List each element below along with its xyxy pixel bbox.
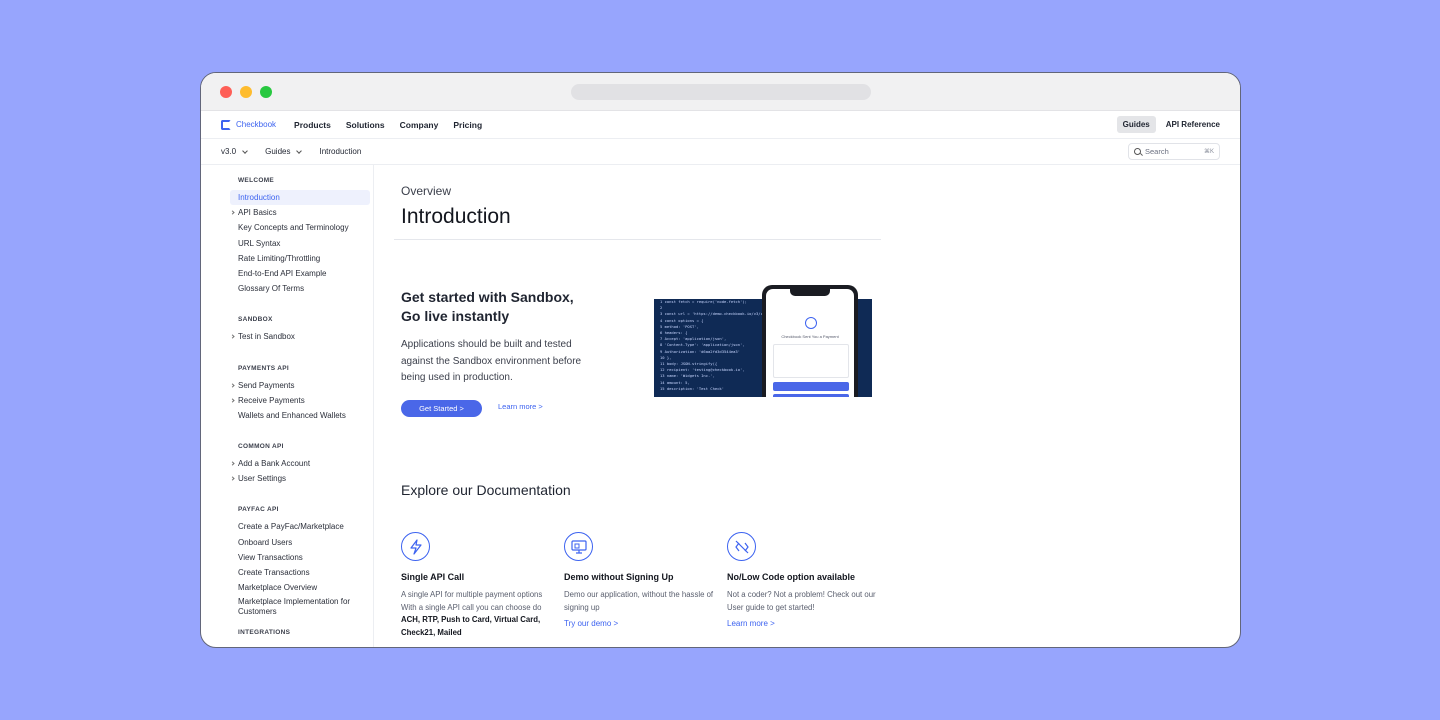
sidebar-item-receive-payments[interactable]: Receive Payments — [230, 393, 373, 408]
brand-logo[interactable]: Checkbook — [221, 119, 277, 130]
top-navigation: Checkbook Products Solutions Company Pri… — [201, 111, 1240, 139]
api-reference-tab[interactable]: API Reference — [1166, 120, 1220, 129]
monitor-icon — [564, 532, 593, 561]
chevron-right-icon — [230, 334, 235, 339]
feature-body: Demo our application, without the hassle… — [564, 590, 714, 612]
sidebar-item-test-in-sandbox[interactable]: Test in Sandbox — [230, 329, 373, 344]
sidebar-section-title: PAYMENTS API — [238, 364, 290, 372]
sidebar-item-send-payments[interactable]: Send Payments — [230, 378, 373, 393]
search-placeholder: Search — [1145, 147, 1169, 156]
section-heading: Explore our Documentation — [401, 482, 571, 498]
lightning-icon — [401, 532, 430, 561]
sidebar: WELCOME Introduction API Basics Key Conc… — [201, 165, 374, 647]
checkbook-logo-icon — [805, 317, 817, 329]
hero-heading: Get started with Sandbox, Go live instan… — [401, 289, 574, 324]
sidebar-item-end-to-end[interactable]: End-to-End API Example — [230, 266, 373, 281]
feature-card: No/Low Code option available Not a coder… — [727, 532, 877, 628]
sidebar-item-label: API Basics — [238, 208, 277, 218]
feature-title: Demo without Signing Up — [564, 572, 674, 582]
sidebar-item-marketplace-overview[interactable]: Marketplace Overview — [230, 580, 373, 595]
sidebar-item-label: Send Payments — [238, 380, 295, 390]
sidebar-item-add-bank-account[interactable]: Add a Bank Account — [230, 456, 373, 471]
page-title: Introduction — [401, 205, 511, 228]
sidebar-item-introduction[interactable]: Introduction — [230, 190, 370, 206]
sidebar-item-api-basics[interactable]: API Basics — [230, 205, 373, 220]
phone-button — [773, 382, 849, 391]
feature-title: No/Low Code option available — [727, 572, 856, 582]
chevron-right-icon — [230, 461, 235, 466]
learn-more-link[interactable]: Learn more > — [727, 619, 877, 628]
guides-tab[interactable]: Guides — [1116, 116, 1156, 133]
get-started-button[interactable]: Get Started > — [401, 400, 482, 417]
feature-body-text: A single API for multiple payment option… — [401, 590, 543, 612]
address-bar[interactable] — [571, 84, 871, 100]
sidebar-item-label: User Settings — [238, 474, 287, 484]
sidebar-section-title: INTEGRATIONS — [238, 629, 291, 637]
search-shortcut: ⌘K — [1203, 149, 1214, 155]
sidebar-item-onboard-users[interactable]: Onboard Users — [230, 535, 373, 550]
sidebar-item-label: Add a Bank Account — [238, 459, 311, 469]
divider — [394, 239, 881, 240]
nav-company[interactable]: Company — [400, 120, 439, 130]
close-window-button[interactable] — [220, 86, 232, 98]
sidebar-section-title: PAYFAC API — [238, 506, 279, 514]
checkbook-logo-icon — [221, 119, 231, 130]
feature-title: Single API Call — [401, 572, 465, 582]
maximize-window-button[interactable] — [260, 86, 272, 98]
hero-body: Applications should be built and tested … — [401, 339, 582, 383]
sidebar-item-view-transactions[interactable]: View Transactions — [230, 550, 373, 565]
section-label: Guides — [265, 147, 291, 156]
chevron-down-icon — [296, 147, 303, 154]
sidebar-section-title: WELCOME — [238, 177, 275, 184]
version-dropdown[interactable]: v3.0 — [221, 147, 248, 156]
check-preview — [773, 344, 849, 378]
main-content: Overview Introduction Get started with S… — [374, 165, 1240, 647]
chevron-right-icon — [230, 398, 235, 403]
phone-caption: Checkbook Sent You a Payment — [781, 334, 839, 339]
no-code-icon — [727, 532, 756, 561]
chevron-down-icon — [242, 147, 248, 154]
sidebar-item-marketplace-implementation[interactable]: Marketplace Implementation for Customers — [230, 595, 373, 619]
learn-more-link[interactable]: Learn more > — [498, 402, 543, 411]
sidebar-item-create-transactions[interactable]: Create Transactions — [230, 565, 373, 580]
section-dropdown[interactable]: Guides — [265, 147, 303, 156]
sub-navigation: v3.0 Guides Introduction Search ⌘K — [201, 139, 1240, 165]
current-page-link[interactable]: Introduction — [319, 147, 361, 156]
feature-card: Demo without Signing Up Demo our applica… — [564, 532, 714, 628]
browser-window: Checkbook Products Solutions Company Pri… — [200, 72, 1241, 648]
search-input[interactable]: Search ⌘K — [1128, 143, 1220, 160]
nav-products[interactable]: Products — [294, 120, 331, 130]
hero-illustration: 1 const fetch = require('node-fetch'); 2… — [654, 285, 872, 397]
sidebar-item-create-payfac[interactable]: Create a PayFac/Marketplace — [230, 519, 373, 534]
sidebar-section-title: COMMON API — [238, 443, 284, 451]
sidebar-section-title: SANDBOX — [238, 316, 273, 324]
sidebar-item-key-concepts[interactable]: Key Concepts and Terminology — [230, 220, 373, 235]
chevron-right-icon — [230, 476, 235, 481]
sidebar-item-glossary[interactable]: Glossary Of Terms — [230, 281, 373, 296]
version-label: v3.0 — [221, 147, 237, 156]
feature-card: Single API Call A single API for multipl… — [401, 532, 551, 639]
nav-solutions[interactable]: Solutions — [346, 120, 385, 130]
sidebar-item-url-syntax[interactable]: URL Syntax — [230, 236, 373, 251]
breadcrumb: Overview — [401, 184, 452, 198]
feature-body-bold: ACH, RTP, Push to Card, Virtual Card, Ch… — [401, 615, 541, 637]
phone-button — [773, 394, 849, 397]
sidebar-item-wallets[interactable]: Wallets and Enhanced Wallets — [230, 408, 373, 423]
title-bar — [201, 73, 1240, 111]
sidebar-item-label: Receive Payments — [238, 395, 305, 405]
sidebar-item-label: Test in Sandbox — [238, 332, 295, 342]
feature-body: A single API for multiple payment option… — [401, 589, 551, 639]
feature-body: Not a coder? Not a problem! Check out ou… — [727, 590, 876, 612]
minimize-window-button[interactable] — [240, 86, 252, 98]
sidebar-item-rate-limiting[interactable]: Rate Limiting/Throttling — [230, 251, 373, 266]
phone-mockup: Checkbook Sent You a Payment — [762, 285, 858, 397]
nav-pricing[interactable]: Pricing — [453, 120, 482, 130]
try-demo-link[interactable]: Try our demo > — [564, 619, 714, 628]
brand-name: Checkbook — [236, 120, 277, 129]
sidebar-item-user-settings[interactable]: User Settings — [230, 471, 373, 486]
search-icon — [1134, 148, 1141, 155]
chevron-right-icon — [230, 210, 235, 215]
chevron-right-icon — [230, 382, 235, 388]
